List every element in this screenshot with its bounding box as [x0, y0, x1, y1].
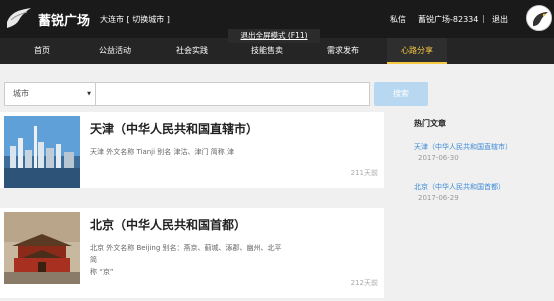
- username-link[interactable]: 蓄锐广场-82334: [418, 14, 478, 25]
- search-input[interactable]: [96, 82, 370, 106]
- hot-article-link[interactable]: 北京（中华人民共和国首都）: [414, 182, 505, 192]
- hot-articles-title: 热门文章: [414, 119, 446, 128]
- header-separator: |: [482, 14, 485, 23]
- article-description: 北京 外文名称 Beijing 别名：燕京、蓟城、涿郡、幽州、北平 简 称 “京…: [90, 242, 290, 278]
- article-item-tianjin[interactable]: 天津（中华人民共和国直辖市） 天津 外文名称 Tianji 别名 津沽、津门 简…: [0, 112, 384, 188]
- nav-item-charity[interactable]: 公益活动: [85, 38, 145, 64]
- avatar[interactable]: [526, 5, 552, 31]
- hot-article-date: 2017-06-29: [418, 194, 459, 202]
- caret-down-icon: ▼: [87, 91, 91, 97]
- page: 蓄锐广场 大连市 [ 切换城市 ] 私信 蓄锐广场-82334 | 退出 退出全…: [0, 0, 554, 301]
- beijing-thumbnail[interactable]: [4, 212, 80, 284]
- logout-link[interactable]: 退出: [492, 14, 508, 25]
- nav-item-home[interactable]: 首页: [12, 38, 72, 64]
- article-date: 211天前: [350, 169, 378, 177]
- switch-city-link[interactable]: [ 切换城市 ]: [127, 15, 170, 24]
- article-description: 天津 外文名称 Tianji 别名 津沽、津门 简称 津: [90, 148, 234, 156]
- avatar-bird-icon: [527, 6, 551, 30]
- site-name[interactable]: 蓄锐广场: [38, 10, 90, 29]
- article-description-line: 北京 外文名称 Beijing 别名：燕京、蓟城、涿郡、幽州、北平 简: [90, 244, 282, 264]
- messages-link[interactable]: 私信: [390, 14, 406, 25]
- city-name: 大连市: [100, 15, 124, 24]
- article-title[interactable]: 天津（中华人民共和国直辖市）: [90, 120, 258, 137]
- hot-articles-sidebar: 热门文章 天津（中华人民共和国直辖市） 2017-06-30 北京（中华人民共和…: [408, 112, 554, 301]
- bird-logo-icon[interactable]: [5, 6, 33, 30]
- city-select[interactable]: 城市 ▼: [4, 82, 96, 106]
- current-city: 大连市 [ 切换城市 ]: [100, 14, 170, 25]
- tianjin-thumbnail[interactable]: [4, 116, 80, 188]
- nav-item-demand[interactable]: 需求发布: [313, 38, 373, 64]
- article-description-line: 称 “京”: [90, 268, 114, 276]
- exit-fullscreen-tip[interactable]: 退出全屏模式 (F11): [228, 29, 320, 43]
- article-title[interactable]: 北京（中华人民共和国首都）: [90, 216, 246, 233]
- search-button[interactable]: 搜索: [374, 82, 428, 106]
- hot-article-link[interactable]: 天津（中华人民共和国直辖市）: [414, 142, 512, 152]
- nav-item-sharing[interactable]: 心路分享: [387, 38, 447, 64]
- article-item-beijing[interactable]: 北京（中华人民共和国首都） 北京 外文名称 Beijing 别名：燕京、蓟城、涿…: [0, 208, 384, 298]
- nav-item-practice[interactable]: 社会实践: [162, 38, 222, 64]
- hot-article-date: 2017-06-30: [418, 154, 459, 162]
- article-date: 212天前: [350, 279, 378, 287]
- city-select-value: 城市: [13, 89, 29, 98]
